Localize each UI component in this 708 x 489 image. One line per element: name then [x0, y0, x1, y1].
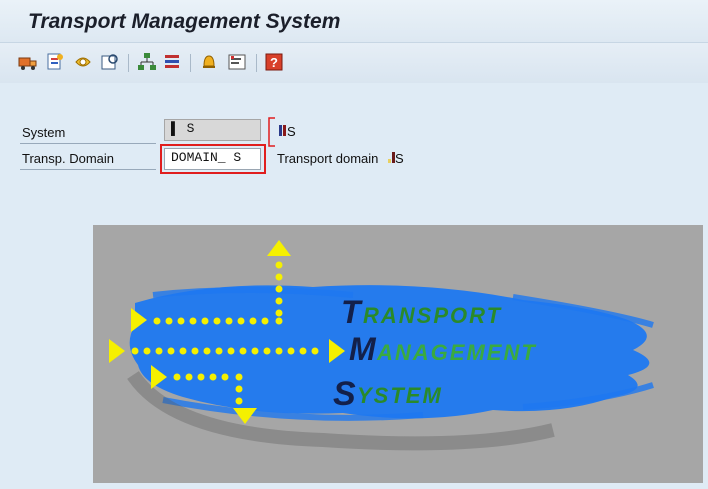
alert-bell-icon[interactable]	[199, 52, 219, 72]
logo-line1-rest: RANSPORT	[363, 303, 502, 328]
logo-line3-rest: YSTEM	[357, 383, 443, 408]
system-description: S	[279, 124, 296, 139]
toolbar-separator	[190, 54, 191, 72]
domain-highlight-box	[160, 144, 266, 174]
label-underline	[20, 143, 156, 144]
tms-logo-graphic: T RANSPORT M ANAGEMENT S YSTEM	[109, 240, 654, 451]
toolbar-separator	[256, 54, 257, 72]
logo-line3-initial: S	[333, 375, 356, 413]
configuration-icon[interactable]	[73, 52, 93, 72]
system-label: System	[22, 125, 66, 140]
transport-routes-icon[interactable]	[45, 52, 65, 72]
toolbar-separator	[128, 54, 129, 72]
logo-line1-initial: T	[341, 294, 363, 330]
domain-description: Transport domain S	[277, 151, 404, 166]
tms-logo-image: T RANSPORT M ANAGEMENT S YSTEM	[93, 225, 703, 483]
logo-line2-initial: M	[349, 331, 377, 367]
system-field: ▌ S	[164, 119, 261, 141]
settings-list-icon[interactable]	[227, 52, 247, 72]
display-overview-icon[interactable]	[100, 52, 120, 72]
help-icon[interactable]: ?	[264, 52, 284, 72]
svg-text:?: ?	[270, 55, 278, 70]
logo-line2-rest: ANAGEMENT	[376, 340, 537, 365]
transp-domain-label: Transp. Domain	[22, 151, 114, 166]
import-queue-icon[interactable]	[163, 52, 183, 72]
field-bracket-icon	[268, 117, 275, 147]
window-title: Transport Management System	[28, 10, 341, 33]
application-toolbar: ?	[0, 43, 708, 83]
title-bar: Transport Management System	[0, 0, 708, 43]
truck-import-icon[interactable]	[18, 52, 38, 72]
system-hierarchy-icon[interactable]	[137, 52, 157, 72]
label-underline	[20, 169, 156, 170]
